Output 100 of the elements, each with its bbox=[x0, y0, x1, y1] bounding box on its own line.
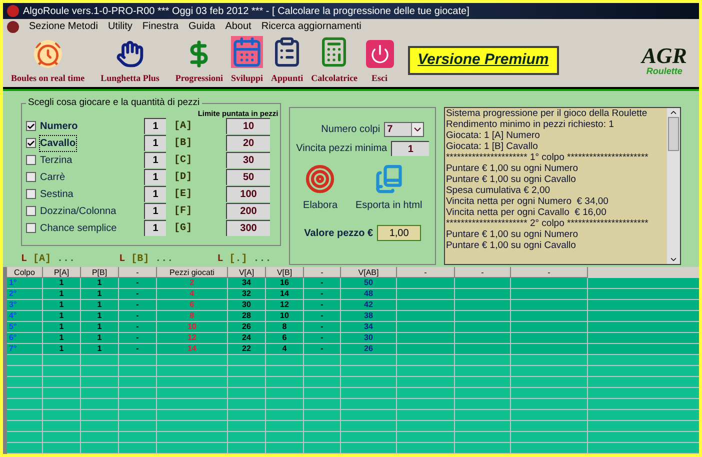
menu-item[interactable]: Utility bbox=[108, 19, 132, 34]
menu-item[interactable]: Finestra bbox=[142, 19, 179, 34]
table-cell: - bbox=[119, 322, 157, 332]
limit-field[interactable]: 10 bbox=[226, 118, 270, 134]
checkbox[interactable] bbox=[26, 121, 36, 131]
table-cell: 1 bbox=[81, 322, 119, 332]
table-cell: 6 bbox=[266, 333, 304, 343]
limit-field[interactable]: 30 bbox=[226, 152, 270, 168]
checkbox-label: Dozzina/Colonna bbox=[40, 204, 116, 218]
table-cell: - bbox=[304, 311, 341, 321]
scroll-thumb[interactable] bbox=[668, 117, 679, 151]
power-icon bbox=[366, 40, 394, 68]
legend-dots: ... bbox=[57, 253, 76, 267]
table-cell: 30 bbox=[341, 333, 397, 343]
log-line: Vincita netta per ogni Numero € 34,00 bbox=[446, 196, 610, 207]
limit-field[interactable]: 100 bbox=[226, 186, 270, 202]
toolbar-button[interactable]: Esci bbox=[366, 40, 394, 86]
table-cell: 26 bbox=[341, 344, 397, 354]
pieces-field[interactable]: 1 bbox=[144, 118, 166, 134]
table-cell: 1 bbox=[43, 311, 81, 321]
checkbox-label: Numero bbox=[40, 120, 78, 134]
valore-field[interactable]: 1,00 bbox=[377, 225, 422, 241]
table-cell: 34 bbox=[341, 322, 397, 332]
menu-item[interactable]: Ricerca aggiornamenti bbox=[261, 19, 362, 34]
colpi-dropdown[interactable]: 7 bbox=[384, 122, 424, 137]
table-cell: 42 bbox=[341, 300, 397, 310]
table-cell: - bbox=[119, 344, 157, 354]
action-button[interactable]: Esporta in html bbox=[356, 164, 422, 213]
alarm-clock-icon bbox=[34, 40, 62, 68]
table-cell: 2° bbox=[7, 289, 43, 299]
toolbar-button[interactable]: Sviluppi bbox=[231, 36, 264, 86]
app-icon bbox=[7, 5, 19, 17]
checkbox[interactable] bbox=[26, 189, 36, 199]
table-cell: 7° bbox=[7, 344, 43, 354]
bet-code: [E] bbox=[174, 188, 194, 202]
logo: AGR Roulette bbox=[642, 45, 687, 76]
table-cell: 1 bbox=[81, 278, 119, 288]
legend-dots: ... bbox=[155, 253, 174, 267]
table-cell: - bbox=[119, 289, 157, 299]
table-cell: 14 bbox=[157, 344, 228, 354]
menu-item[interactable]: About bbox=[225, 19, 252, 34]
menu-item[interactable]: Sezione Metodi bbox=[29, 19, 98, 34]
scroll-down-icon[interactable] bbox=[668, 255, 678, 264]
checkbox[interactable] bbox=[26, 172, 36, 182]
checkbox[interactable] bbox=[26, 138, 36, 148]
table-cell: - bbox=[304, 344, 341, 354]
toolbar-button[interactable]: Calcolatrice bbox=[311, 36, 358, 86]
table-cell: 38 bbox=[341, 311, 397, 321]
table-cell: 1 bbox=[43, 333, 81, 343]
legend-code: [B] bbox=[131, 252, 150, 267]
checkbox[interactable] bbox=[26, 223, 36, 233]
table-cell: - bbox=[119, 300, 157, 310]
table-cell: 26 bbox=[228, 322, 266, 332]
table-cell: 4 bbox=[266, 344, 304, 354]
checkbox[interactable] bbox=[26, 206, 36, 216]
table-cell: 24 bbox=[228, 333, 266, 343]
checkbox-label: Chance semplice bbox=[40, 222, 117, 236]
valore-label: Valore pezzo € bbox=[304, 226, 374, 240]
pieces-field[interactable]: 1 bbox=[144, 186, 166, 202]
checkbox-label: Cavallo bbox=[40, 136, 76, 150]
premium-banner: Versione Premium bbox=[408, 46, 559, 75]
legend-code: [A] bbox=[33, 252, 52, 267]
vincita-field[interactable]: 1 bbox=[391, 141, 430, 156]
table-cell: - bbox=[304, 322, 341, 332]
table-cell: 8 bbox=[157, 311, 228, 321]
limit-field[interactable]: 200 bbox=[226, 203, 270, 219]
app-menu-icon[interactable] bbox=[7, 20, 19, 32]
menu-item[interactable]: Guida bbox=[188, 19, 216, 34]
table-cell: 4° bbox=[7, 311, 43, 321]
limit-field[interactable]: 50 bbox=[226, 169, 270, 185]
vincita-label: Vincita pezzi minima bbox=[296, 142, 388, 156]
pieces-field[interactable]: 1 bbox=[144, 135, 166, 151]
limit-field[interactable]: 20 bbox=[226, 135, 270, 151]
toolbar-button[interactable]: Appunti bbox=[271, 36, 304, 86]
toolbar-button[interactable]: Boules on real time bbox=[11, 40, 85, 86]
action-button[interactable]: Elabora bbox=[303, 164, 338, 213]
scrollbar[interactable] bbox=[666, 108, 680, 264]
table-cell: 1 bbox=[81, 333, 119, 343]
log-line: Sistema progressione per il gioco della Roulette bbox=[446, 108, 648, 119]
scroll-up-icon[interactable] bbox=[668, 108, 678, 117]
table-cell: 12 bbox=[157, 333, 228, 343]
bet-code: [B] bbox=[174, 136, 194, 150]
checkbox[interactable] bbox=[26, 155, 36, 165]
toolbar-button[interactable]: Lunghetta Plus bbox=[100, 40, 160, 86]
table-cell: 50 bbox=[341, 278, 397, 288]
table-cell: 30 bbox=[228, 300, 266, 310]
table-cell: 1 bbox=[81, 344, 119, 354]
pieces-field[interactable]: 1 bbox=[144, 152, 166, 168]
table-cell: 1 bbox=[43, 322, 81, 332]
pieces-field[interactable]: 1 bbox=[144, 220, 166, 236]
pieces-field[interactable]: 1 bbox=[144, 203, 166, 219]
table-cell: - bbox=[304, 289, 341, 299]
toolbar-button[interactable]: Progressioni bbox=[175, 40, 224, 86]
log-line: Vincita netta per ogni Cavallo € 16,00 bbox=[446, 207, 608, 218]
limit-field[interactable]: 300 bbox=[226, 220, 270, 236]
log-line: Spesa cumulativa € 2,00 bbox=[446, 185, 552, 196]
hand-icon bbox=[116, 40, 144, 68]
log-line: ********************** 1° colpo ********************** bbox=[446, 152, 650, 163]
pieces-field[interactable]: 1 bbox=[144, 169, 166, 185]
legend-dots: ... bbox=[253, 253, 272, 267]
